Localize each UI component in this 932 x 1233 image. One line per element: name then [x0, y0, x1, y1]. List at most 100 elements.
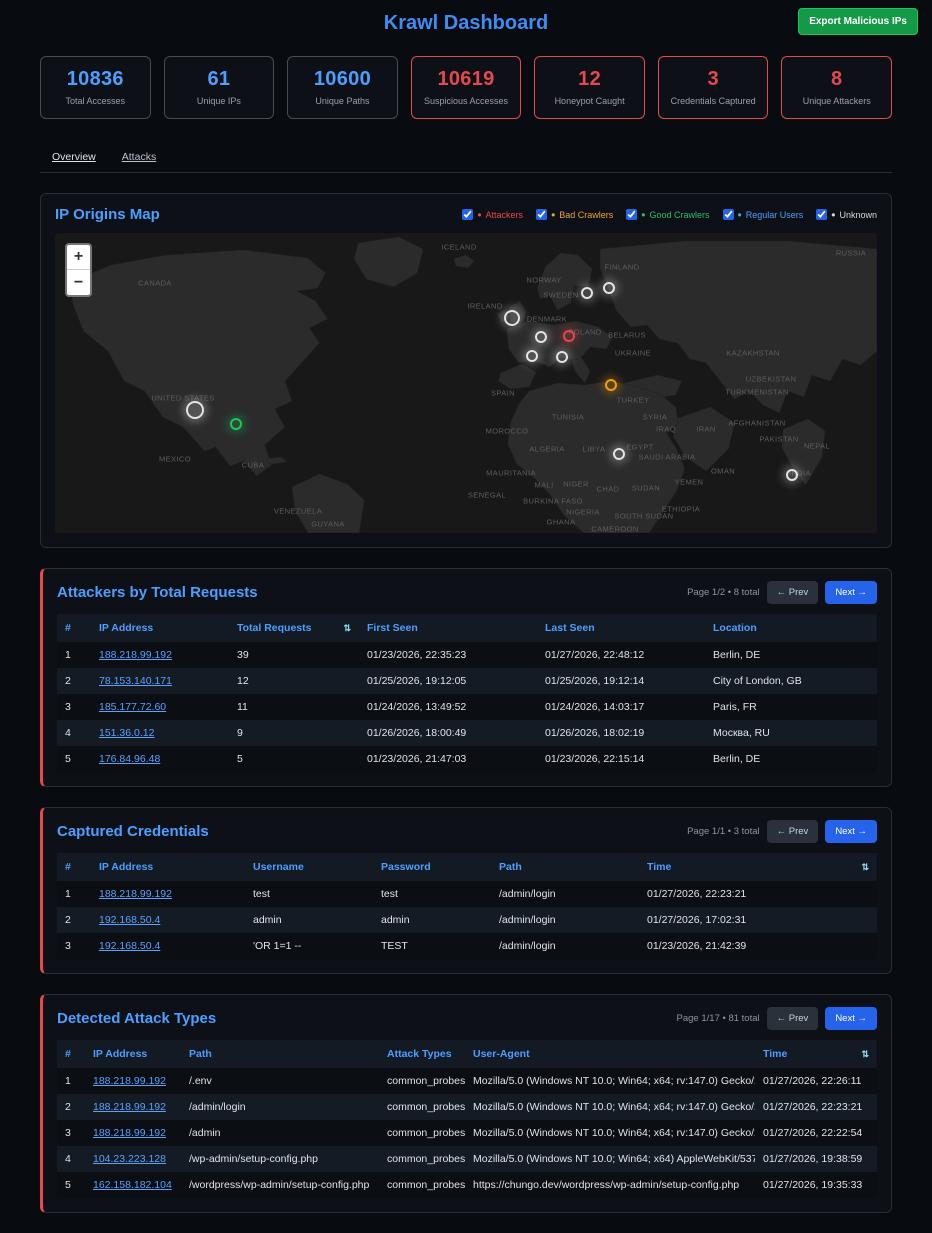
map-marker-good_crawler[interactable]: [230, 418, 242, 430]
col-rank[interactable]: #: [57, 614, 91, 642]
attack-types-panel-title: Detected Attack Types: [57, 1010, 216, 1027]
table-row: 2 188.218.99.192 /admin/login common_pro…: [57, 1094, 877, 1120]
sort-icon[interactable]: ⇅: [343, 623, 351, 634]
cell-rank: 2: [57, 907, 91, 933]
cell-rank: 4: [57, 720, 91, 746]
col-password[interactable]: Password: [373, 853, 491, 881]
ip-link[interactable]: 188.218.99.192: [93, 1127, 166, 1139]
cell-time: 01/27/2026, 19:35:33: [755, 1172, 877, 1198]
ip-link[interactable]: 176.84.96.48: [99, 753, 160, 765]
legend-checkbox-bad-crawlers[interactable]: [536, 209, 547, 220]
stat-value: 10836: [45, 68, 146, 91]
col-ip-address[interactable]: IP Address: [85, 1040, 181, 1068]
map-marker-unknown[interactable]: [504, 310, 520, 326]
col-location[interactable]: Location: [705, 614, 877, 642]
map-marker-unknown[interactable]: [556, 351, 568, 363]
stat-value: 10619: [416, 68, 517, 91]
stat-card-total-accesses: 10836 Total Accesses: [40, 56, 151, 119]
legend-checkbox-regular-users[interactable]: [723, 209, 734, 220]
cell-ip: 192.168.50.4: [91, 933, 245, 959]
prev-page-button[interactable]: ← Prev: [767, 581, 819, 604]
zoom-in-button[interactable]: +: [67, 245, 90, 270]
map-marker-bad_crawler[interactable]: [605, 379, 617, 391]
map-marker-unknown[interactable]: [613, 448, 625, 460]
map-marker-unknown[interactable]: [786, 469, 798, 481]
country-label: KAZAKHSTAN: [726, 349, 779, 358]
country-label: DENMARK: [527, 315, 567, 324]
col-path[interactable]: Path: [181, 1040, 379, 1068]
page-info: Page 1/2 • 8 total: [687, 587, 760, 598]
col-ip-address[interactable]: IP Address: [91, 614, 229, 642]
sort-icon[interactable]: ⇅: [861, 1049, 869, 1060]
cell-time: 01/27/2026, 22:22:54: [755, 1120, 877, 1146]
col-first-seen[interactable]: First Seen: [359, 614, 537, 642]
attack-types-table: # IP Address Path Attack Types User-Agen…: [57, 1040, 877, 1198]
export-malicious-ips-button[interactable]: Export Malicious IPs: [798, 8, 918, 35]
map-marker-unknown[interactable]: [535, 331, 547, 343]
ip-link[interactable]: 188.218.99.192: [99, 649, 172, 661]
ip-link[interactable]: 151.36.0.12: [99, 727, 154, 739]
col-username[interactable]: Username: [245, 853, 373, 881]
cell-rank: 1: [57, 881, 91, 907]
map-marker-attacker[interactable]: [563, 330, 575, 342]
next-page-button[interactable]: Next →: [825, 581, 877, 604]
ip-link[interactable]: 78.153.140.171: [99, 675, 172, 687]
zoom-out-button[interactable]: −: [67, 270, 90, 295]
cell-total-requests: 39: [229, 642, 359, 668]
col-time[interactable]: Time⇅: [639, 853, 877, 881]
col-path[interactable]: Path: [491, 853, 639, 881]
world-map[interactable]: CANADAUNITED STATESMEXICOCUBAVENEZUELAGU…: [55, 233, 877, 533]
attack-types-panel-header: Detected Attack Types Page 1/17 • 81 tot…: [57, 1007, 877, 1030]
ip-link[interactable]: 162.158.182.104: [93, 1179, 172, 1191]
cell-username: admin: [245, 907, 373, 933]
cell-last-seen: 01/23/2026, 22:15:14: [537, 746, 705, 772]
legend-item: • Bad Crawlers: [536, 209, 613, 220]
col-label: Total Requests: [237, 622, 311, 634]
next-page-button[interactable]: Next →: [825, 1007, 877, 1030]
col-user-agent[interactable]: User-Agent: [465, 1040, 755, 1068]
ip-link[interactable]: 192.168.50.4: [99, 914, 160, 926]
cell-ip: 176.84.96.48: [91, 746, 229, 772]
credentials-table: # IP Address Username Password Path Time…: [57, 853, 877, 959]
legend-checkbox-unknown[interactable]: [816, 209, 827, 220]
ip-link[interactable]: 188.218.99.192: [99, 888, 172, 900]
legend-checkbox-attackers[interactable]: [462, 209, 473, 220]
ip-link[interactable]: 104.23.223.128: [93, 1153, 166, 1165]
col-ip-address[interactable]: IP Address: [91, 853, 245, 881]
country-label: SPAIN: [491, 389, 515, 398]
attackers-panel-title: Attackers by Total Requests: [57, 584, 258, 601]
map-panel-title: IP Origins Map: [55, 206, 160, 223]
ip-link[interactable]: 188.218.99.192: [93, 1075, 166, 1087]
cell-time: 01/27/2026, 22:23:21: [639, 881, 877, 907]
ip-link[interactable]: 185.177.72.60: [99, 701, 166, 713]
col-time[interactable]: Time⇅: [755, 1040, 877, 1068]
dashboard: Krawl Dashboard Export Malicious IPs 108…: [0, 0, 932, 1233]
col-total-requests[interactable]: Total Requests ⇅: [229, 614, 359, 642]
col-rank[interactable]: #: [57, 1040, 85, 1068]
map-marker-unknown[interactable]: [186, 401, 204, 419]
cell-rank: 2: [57, 668, 91, 694]
legend-checkbox-good-crawlers[interactable]: [626, 209, 637, 220]
map-legend: • Attackers • Bad Crawlers • Good Crawle…: [462, 209, 877, 220]
cell-ip: 104.23.223.128: [85, 1146, 181, 1172]
col-rank[interactable]: #: [57, 853, 91, 881]
tab-attacks[interactable]: Attacks: [122, 151, 156, 163]
tab-overview[interactable]: Overview: [52, 151, 96, 163]
ip-link[interactable]: 192.168.50.4: [99, 940, 160, 952]
col-last-seen[interactable]: Last Seen: [537, 614, 705, 642]
country-label: NIGER: [563, 480, 589, 489]
attackers-pager: Page 1/2 • 8 total ← Prev Next →: [687, 581, 877, 604]
credentials-panel-title: Captured Credentials: [57, 823, 209, 840]
credentials-panel: Captured Credentials Page 1/1 • 3 total …: [40, 807, 892, 974]
cell-location: Paris, FR: [705, 694, 877, 720]
map-marker-unknown[interactable]: [581, 287, 593, 299]
next-page-button[interactable]: Next →: [825, 820, 877, 843]
table-row: 2 78.153.140.171 12 01/25/2026, 19:12:05…: [57, 668, 877, 694]
map-marker-unknown[interactable]: [603, 282, 615, 294]
map-marker-unknown[interactable]: [526, 350, 538, 362]
col-attack-types[interactable]: Attack Types: [379, 1040, 465, 1068]
prev-page-button[interactable]: ← Prev: [767, 820, 819, 843]
prev-page-button[interactable]: ← Prev: [767, 1007, 819, 1030]
ip-link[interactable]: 188.218.99.192: [93, 1101, 166, 1113]
sort-icon[interactable]: ⇅: [861, 862, 869, 873]
